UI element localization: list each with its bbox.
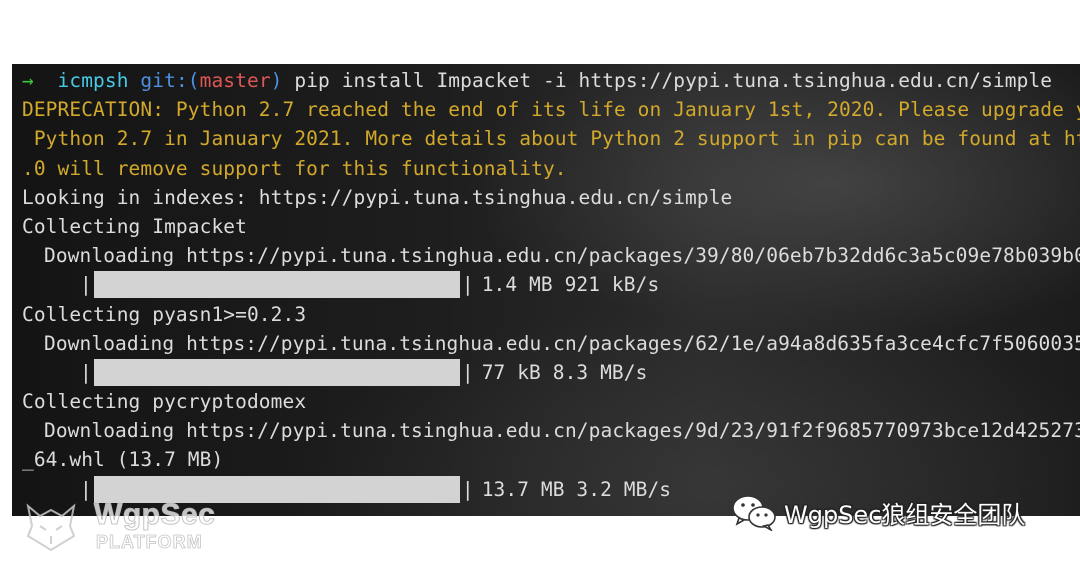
progress-bar (93, 358, 460, 386)
progress-stats: 77 kB 8.3 MB/s (481, 360, 648, 384)
deprecation-line-1: DEPRECATION: Python 2.7 reached the end … (22, 98, 1080, 122)
prompt-git-label: git:( (140, 69, 200, 92)
collecting-line: Collecting pyasn1>=0.2.3 (22, 302, 307, 326)
progress-row: | | 1.4 MB 921 kB/s (22, 270, 1080, 299)
downloading-line: Downloading https://pypi.tuna.tsinghua.e… (44, 244, 1080, 268)
progress-pipe-right: | (461, 273, 474, 297)
terminal-output: → icmpsh git:(master) pip install Impack… (22, 66, 1080, 504)
progress-bar (93, 271, 460, 299)
downloading-line: Downloading https://pypi.tuna.tsinghua.e… (44, 331, 1080, 355)
progress-pipe-right: | (461, 477, 474, 501)
wechat-account-watermark: WgpSec狼组安全团队 (730, 492, 1025, 532)
downloading-line: Downloading https://pypi.tuna.tsinghua.e… (44, 419, 1080, 443)
progress-row: | | 77 kB 8.3 MB/s (22, 358, 1080, 387)
wolf-logo-icon (26, 503, 76, 552)
prompt-command: pip install Impacket -i https://pypi.tun… (294, 69, 1053, 92)
progress-stats: 13.7 MB 3.2 MB/s (481, 477, 672, 501)
wechat-icon (732, 495, 776, 531)
watermark-title: WgpSec (93, 498, 216, 532)
progress-pipe-left: | (80, 360, 92, 384)
progress-stats: 1.4 MB 921 kB/s (481, 273, 660, 297)
deprecation-line-3: .0 will remove support for this function… (22, 156, 567, 180)
collecting-line: Collecting pycryptodomex (22, 390, 307, 414)
prompt-git-close: ) (270, 69, 283, 92)
wgpsec-platform-watermark: WgpSec PLATFORM (20, 498, 220, 558)
collecting-line: Collecting Impacket (22, 214, 247, 238)
watermark-subtitle: PLATFORM (96, 532, 203, 553)
indexes-line: Looking in indexes: https://pypi.tuna.ts… (22, 185, 733, 209)
prompt-branch: master (199, 69, 271, 92)
prompt-arrow-icon: → (22, 69, 34, 92)
prompt-directory: icmpsh (57, 69, 129, 92)
deprecation-line-2: Python 2.7 in January 2021. More details… (22, 127, 1080, 151)
wechat-account-name: WgpSec狼组安全团队 (784, 500, 1026, 529)
terminal-window[interactable]: → icmpsh git:(master) pip install Impack… (12, 64, 1080, 516)
downloading-continuation-line: _64.whl (13.7 MB) (22, 448, 224, 472)
prompt-line: → icmpsh git:(master) pip install Impack… (22, 66, 1080, 95)
progress-pipe-right: | (461, 360, 474, 384)
progress-pipe-left: | (80, 273, 92, 297)
